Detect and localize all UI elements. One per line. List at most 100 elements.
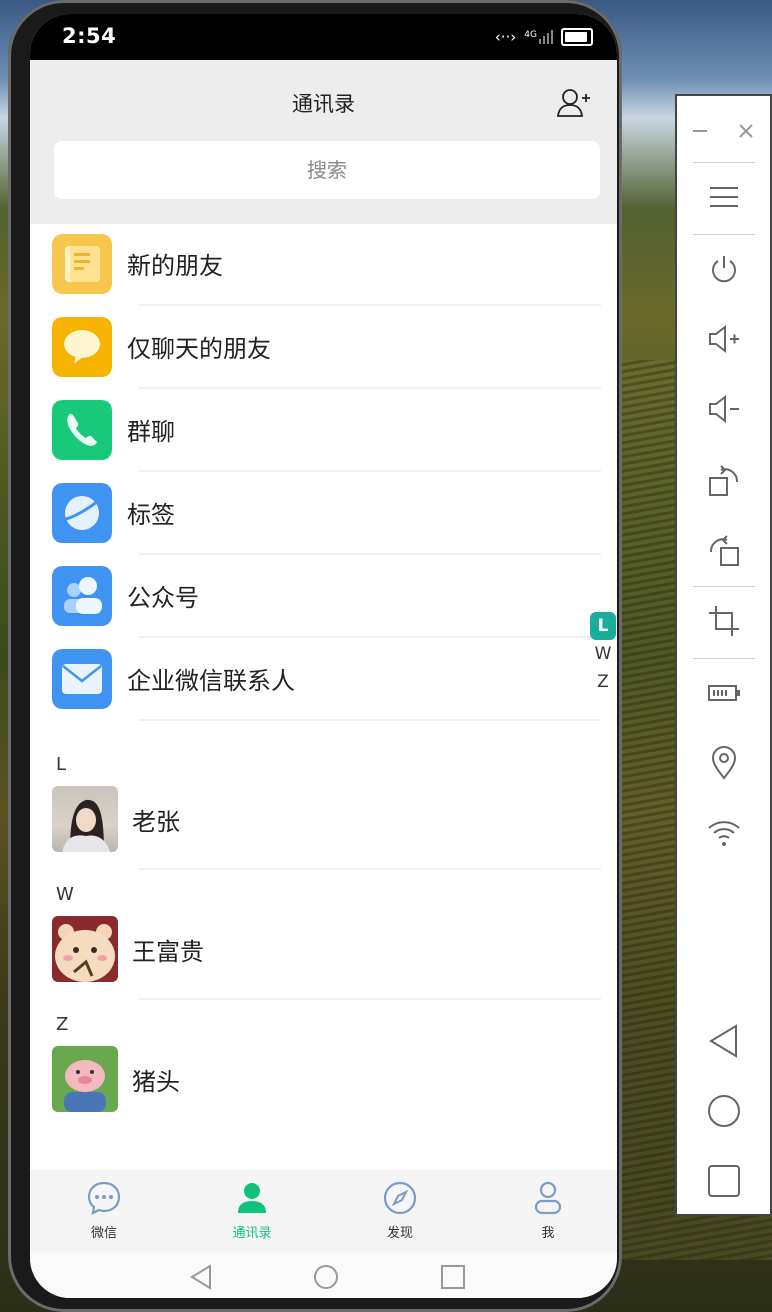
contact-name: 猪头 — [132, 1068, 180, 1096]
wifi-button[interactable] — [677, 808, 770, 858]
divider — [139, 719, 601, 721]
menu-item-new-friends[interactable]: 新的朋友 — [30, 224, 617, 306]
menu-item-label: 仅聊天的朋友 — [127, 335, 271, 363]
contact-name: 老张 — [132, 808, 180, 836]
contact-row[interactable]: 王富贵 — [30, 916, 617, 1006]
tab-chats[interactable]: 微信 — [54, 1180, 154, 1241]
contact-list: 新的朋友 仅聊天的朋友 群聊 标签 公众号 企业微信联系人 L 老张 W 王富贵… — [30, 224, 617, 1170]
index-letter-z[interactable]: Z — [589, 668, 617, 696]
back-button[interactable] — [677, 1016, 770, 1066]
back-icon — [708, 1024, 737, 1058]
divider — [139, 998, 601, 1000]
battery-icon — [707, 685, 740, 701]
tab-label: 我 — [541, 1226, 555, 1241]
battery-status-icon — [561, 28, 593, 46]
status-time: 2:54 — [62, 24, 117, 48]
home-icon — [707, 1095, 740, 1127]
search-placeholder: 搜索 — [307, 158, 347, 182]
section-header-z: Z — [56, 1014, 69, 1035]
rotate-right-button[interactable] — [677, 456, 770, 506]
rotate-left-button[interactable] — [677, 526, 770, 576]
chat-only-icon — [52, 317, 112, 377]
alphabet-index[interactable]: L W Z — [589, 612, 617, 696]
menu-item-label: 群聊 — [127, 418, 175, 446]
search-bar[interactable]: 搜索 — [54, 141, 600, 199]
close-button[interactable] — [723, 106, 769, 156]
phone-screen: 2:54 ‹··› 4G 通讯录 搜索 新的朋友 仅聊天的朋友 群聊 标签 公众… — [30, 14, 617, 1298]
chat-bubble-icon — [87, 1181, 121, 1215]
data-transfer-icon: ‹··› — [494, 28, 517, 46]
avatar — [52, 786, 118, 852]
recents-icon — [707, 1165, 740, 1197]
tag-icon — [52, 483, 112, 543]
minimize-button[interactable] — [677, 106, 723, 156]
section-header-w: W — [56, 884, 74, 905]
avatar — [52, 1046, 118, 1112]
home-button[interactable] — [677, 1086, 770, 1136]
divider — [139, 387, 601, 389]
tab-label: 发现 — [386, 1226, 413, 1241]
group-chat-icon — [52, 400, 112, 460]
close-icon — [739, 124, 753, 138]
nav-home-icon[interactable] — [313, 1264, 339, 1290]
toolbar-divider — [693, 586, 755, 587]
page-title: 通讯录 — [292, 92, 355, 116]
menu-item-group-chat[interactable]: 群聊 — [30, 390, 617, 472]
new-friends-icon — [52, 234, 112, 294]
emulator-toolbar — [675, 94, 772, 1216]
contact-row[interactable]: 老张 — [30, 786, 617, 876]
android-nav-bar — [30, 1252, 617, 1298]
phone-frame: 2:54 ‹··› 4G 通讯录 搜索 新的朋友 仅聊天的朋友 群聊 标签 公众… — [8, 0, 622, 1312]
menu-item-label: 企业微信联系人 — [127, 667, 295, 695]
index-letter-w[interactable]: W — [589, 640, 617, 668]
recents-button[interactable] — [677, 1156, 770, 1206]
rotate-right-icon — [708, 465, 738, 496]
contact-name: 王富贵 — [132, 938, 204, 966]
avatar-girl-image — [62, 799, 110, 852]
location-button[interactable] — [677, 738, 770, 788]
network-type-label: 4G — [524, 30, 537, 40]
tab-me[interactable]: 我 — [498, 1180, 598, 1241]
status-bar: 2:54 ‹··› 4G — [30, 14, 617, 60]
crop-icon — [708, 606, 739, 636]
toolbar-divider — [693, 234, 755, 235]
minimize-icon — [693, 130, 707, 132]
location-icon — [711, 746, 736, 780]
index-letter-l[interactable]: L — [590, 612, 616, 640]
menu-item-tags[interactable]: 标签 — [30, 473, 617, 555]
toolbar-divider — [693, 658, 755, 659]
section-header-l: L — [56, 754, 67, 775]
contacts-header: 通讯录 — [30, 60, 617, 136]
tab-label: 通讯录 — [232, 1226, 272, 1241]
wifi-icon — [707, 821, 740, 846]
bottom-tab-bar: 微信 通讯录 发现 我 — [30, 1170, 617, 1252]
crop-button[interactable] — [677, 596, 770, 646]
menu-item-official-accounts[interactable]: 公众号 — [30, 556, 617, 638]
divider — [139, 636, 601, 638]
tab-discover[interactable]: 发现 — [350, 1180, 450, 1241]
contacts-icon — [238, 1183, 266, 1213]
power-button[interactable] — [677, 244, 770, 294]
nav-recents-icon[interactable] — [440, 1264, 466, 1290]
menu-item-work-contacts[interactable]: 企业微信联系人 — [30, 639, 617, 721]
avatar-bear-image — [55, 924, 115, 982]
tab-contacts[interactable]: 通讯录 — [202, 1180, 302, 1241]
volume-up-button[interactable] — [677, 314, 770, 364]
menu-item-chat-only[interactable]: 仅聊天的朋友 — [30, 307, 617, 389]
menu-item-label: 公众号 — [127, 584, 199, 612]
signal-icon: 4G — [524, 30, 553, 44]
divider — [139, 868, 601, 870]
compass-icon — [383, 1181, 417, 1215]
avatar — [52, 916, 118, 982]
menu-button[interactable] — [677, 172, 770, 222]
toolbar-divider — [693, 162, 755, 163]
divider — [139, 470, 601, 472]
official-account-icon — [52, 566, 112, 626]
volume-down-icon — [708, 394, 739, 424]
contact-row[interactable]: 猪头 — [30, 1046, 617, 1136]
volume-down-button[interactable] — [677, 384, 770, 434]
battery-button[interactable] — [677, 668, 770, 718]
add-friend-icon[interactable] — [557, 88, 591, 118]
nav-back-icon[interactable] — [188, 1264, 214, 1290]
avatar-pig-image — [64, 1060, 106, 1112]
